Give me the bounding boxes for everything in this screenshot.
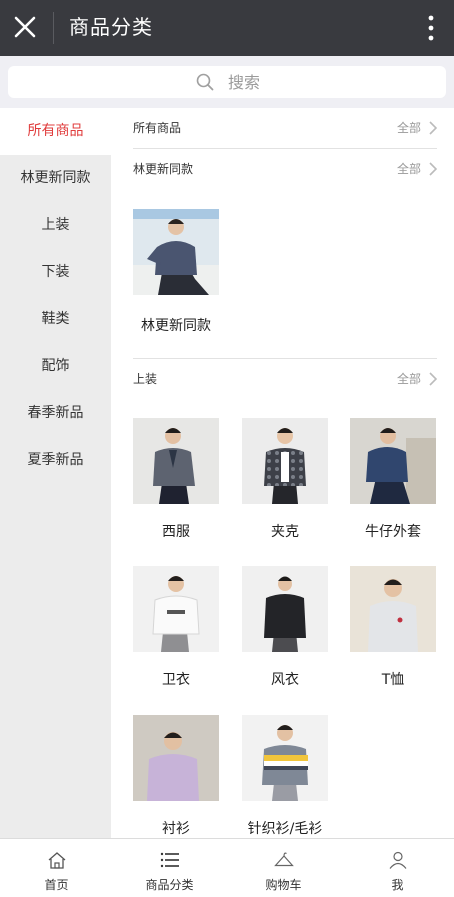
tab-home[interactable]: 首页 (0, 839, 113, 897)
tab-label: 购物车 (265, 878, 302, 892)
sidebar-item-bottoms[interactable]: 下装 (0, 249, 111, 296)
product-photo (133, 715, 219, 801)
product-name: T恤 (381, 672, 405, 688)
chevron-right-icon (429, 372, 437, 386)
product-name: 林更新同款 (141, 318, 211, 334)
hanger-icon (274, 852, 294, 867)
close-icon[interactable] (12, 14, 38, 40)
sidebar-item-all-products[interactable]: 所有商品 (0, 108, 111, 155)
search-icon (196, 73, 214, 91)
tab-label: 我 (391, 878, 404, 892)
chevron-right-icon (429, 162, 437, 176)
tab-cart[interactable]: 购物车 (227, 839, 340, 897)
section-header-all[interactable]: 所有商品 全部 (133, 108, 437, 148)
sidebar-item-shoes[interactable]: 鞋类 (0, 296, 111, 343)
product-name: 西服 (162, 524, 190, 540)
header-divider (53, 12, 54, 44)
section-title: 所有商品 (133, 121, 182, 135)
category-content: 所有商品 全部 林更新同款 全部 林更新同款 上装 全部 西服 夹克 牛仔外套 … (111, 108, 454, 838)
tab-label: 首页 (44, 878, 69, 892)
category-sidebar: 所有商品 林更新同款 上装 下装 鞋类 配饰 春季新品 夏季新品 (0, 108, 111, 838)
bottom-tab-bar: 首页 商品分类 购物车 我 (0, 838, 454, 897)
product-name: 针织衫/毛衫 (247, 821, 323, 837)
search-bar (0, 56, 454, 108)
sidebar-item-spring-new[interactable]: 春季新品 (0, 390, 111, 437)
product-name: 牛仔外套 (365, 524, 421, 540)
product-photo (242, 715, 328, 801)
sidebar-item-summer-new[interactable]: 夏季新品 (0, 437, 111, 484)
search-box[interactable] (8, 66, 446, 98)
product-photo (133, 566, 219, 652)
sidebar-item-accessories[interactable]: 配饰 (0, 343, 111, 390)
product-photo (133, 209, 219, 295)
section-title: 上装 (133, 372, 158, 386)
product-photo (242, 418, 328, 504)
product-name: 衬衫 (162, 821, 190, 837)
product-photo (350, 566, 436, 652)
product-photo (133, 418, 219, 504)
view-all-link[interactable]: 全部 (397, 359, 421, 399)
tab-categories[interactable]: 商品分类 (113, 839, 226, 897)
sidebar-item-lin-gengxin[interactable]: 林更新同款 (0, 155, 111, 202)
list-icon (160, 852, 179, 868)
tab-me[interactable]: 我 (341, 839, 454, 897)
section-header-lin-gengxin[interactable]: 林更新同款 全部 (133, 149, 437, 189)
more-vertical-icon[interactable] (424, 14, 438, 42)
search-input[interactable] (228, 66, 348, 98)
tab-label: 商品分类 (145, 878, 194, 892)
view-all-link[interactable]: 全部 (397, 108, 421, 148)
section-title: 林更新同款 (133, 162, 194, 176)
chevron-right-icon (429, 121, 437, 135)
user-icon (389, 851, 407, 869)
product-photo (350, 418, 436, 504)
view-all-link[interactable]: 全部 (397, 149, 421, 189)
sidebar-item-tops[interactable]: 上装 (0, 202, 111, 249)
top-bar: 商品分类 (0, 0, 454, 56)
product-photo (242, 566, 328, 652)
section-header-tops[interactable]: 上装 全部 (133, 359, 437, 399)
home-icon (48, 852, 66, 869)
page-title: 商品分类 (69, 15, 153, 39)
product-name: 卫衣 (162, 672, 190, 688)
